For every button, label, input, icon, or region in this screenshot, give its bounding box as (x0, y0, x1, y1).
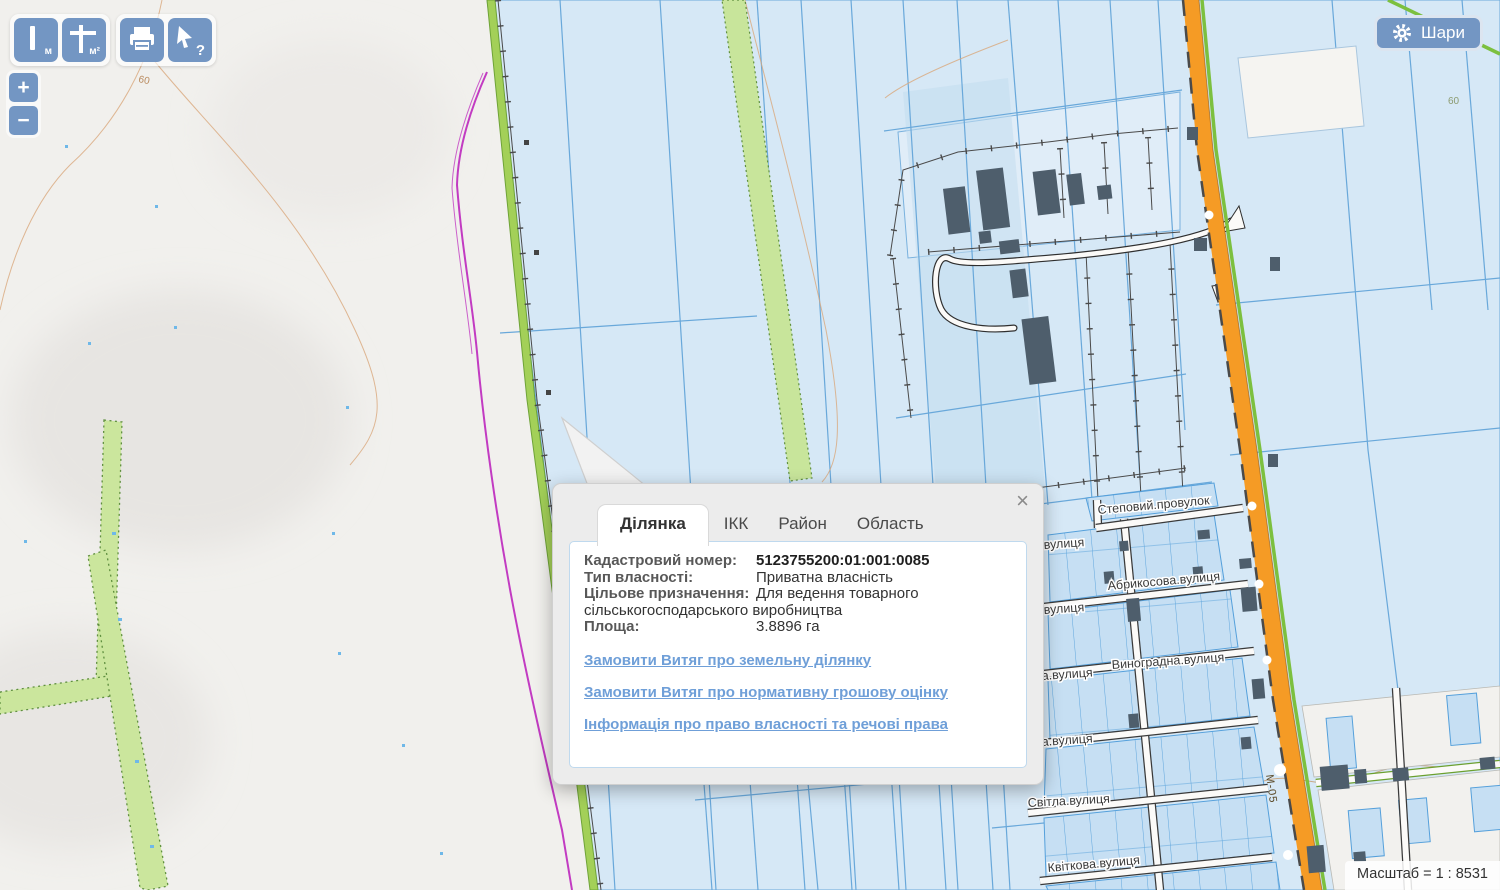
layers-button-label: Шари (1421, 23, 1465, 43)
scale-readout: Масштаб = 1 : 8531 (1345, 861, 1500, 890)
measure-area-button[interactable]: м² (62, 18, 106, 62)
tab-district[interactable]: Район (763, 505, 842, 544)
tab-region[interactable]: Область (842, 505, 939, 544)
close-icon[interactable]: × (1016, 490, 1029, 512)
tab-ikk[interactable]: ІКК (709, 505, 764, 544)
measure-length-button[interactable]: м (14, 18, 58, 62)
contour-elevation-label: 60 (1448, 96, 1460, 107)
identify-button[interactable]: ? (168, 18, 212, 62)
street-band (1238, 46, 1364, 138)
parcel-info-popup: × Ділянка ІКК Район Область Кадастровий … (552, 483, 1044, 785)
zoom-in-button[interactable]: + (9, 73, 38, 102)
zoom-out-button[interactable]: − (9, 106, 38, 135)
ownership-rights-info-link[interactable]: Інформація про право власності та речові… (584, 716, 1012, 733)
tab-parcel[interactable]: Ділянка (597, 504, 709, 546)
popup-tail (546, 416, 656, 488)
order-extract-parcel-link[interactable]: Замовити Витяг про земельну ділянку (584, 652, 1012, 669)
utility-toolbar: ? (116, 14, 216, 66)
measure-length-unit-label: м (45, 46, 52, 57)
field-designated-use: Цільове призначення:Для ведення товарног… (584, 586, 1012, 619)
print-icon (128, 26, 156, 54)
street-label-partial: вулиця (1043, 535, 1084, 552)
popup-content: Кадастровий номер:5123755200:01:001:0085… (569, 541, 1027, 768)
print-button[interactable] (120, 18, 164, 62)
measure-toolbar: м м² (10, 14, 110, 66)
street-label-partial: вулиця (1043, 600, 1084, 617)
field-cadastral-number: Кадастровий номер:5123755200:01:001:0085 (584, 553, 1012, 570)
field-ownership-type: Тип власності:Приватна власність (584, 570, 1012, 587)
measure-area-unit-label: м² (89, 46, 100, 57)
measure-length-icon (30, 26, 35, 50)
order-extract-valuation-link[interactable]: Замовити Витяг про нормативну грошову оц… (584, 684, 1012, 701)
cadastral-map-app: Степовий.провулок Абрикосова.вулиця Вино… (0, 0, 1500, 890)
layers-button[interactable]: Шари (1374, 15, 1483, 51)
field-area: Площа:3.8896 га (584, 619, 1012, 636)
zoom-control: + − (6, 70, 41, 138)
popup-links: Замовити Витяг про земельну ділянку Замо… (584, 652, 1012, 733)
popup-tabs: Ділянка ІКК Район Область (597, 504, 939, 544)
help-mark-label: ? (196, 42, 205, 59)
measure-area-icon (79, 25, 83, 53)
gear-icon (1392, 23, 1412, 43)
